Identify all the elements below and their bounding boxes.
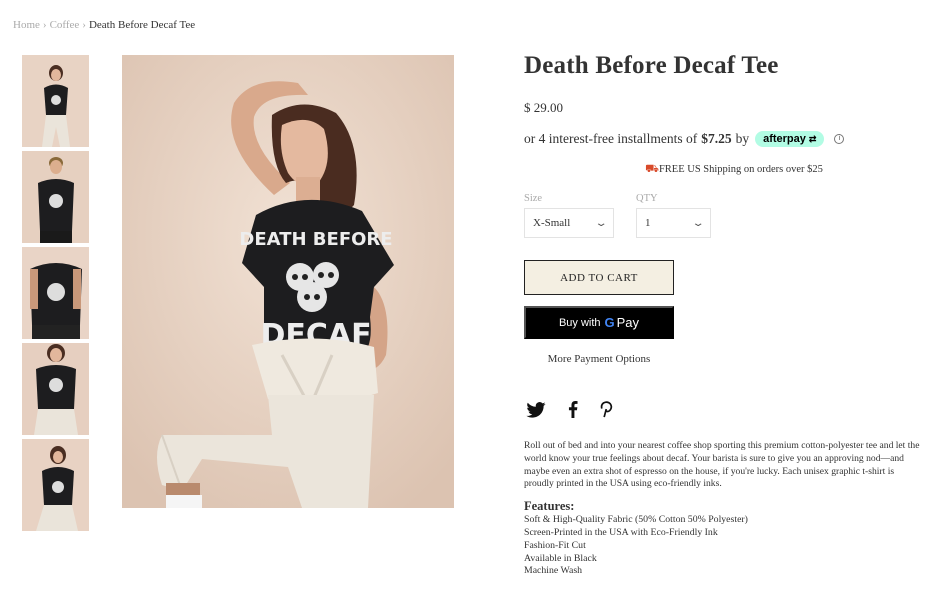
thumbnail-gallery (22, 55, 89, 535)
features-heading: Features: (524, 499, 575, 514)
shipping-text: FREE US Shipping on orders over $25 (658, 164, 823, 175)
breadcrumb-current: Death Before Decaf Tee (88, 19, 196, 31)
breadcrumb-home-link[interactable]: Home (13, 19, 40, 31)
size-select[interactable]: X-Small ⌄ (524, 208, 614, 238)
facebook-icon[interactable] (568, 400, 578, 423)
thumbnail-1-image (22, 55, 89, 147)
afterpay-amount: $7.25 (701, 131, 732, 146)
feature-item: Fashion-Fit Cut (524, 539, 586, 551)
afterpay-arrow-icon: ⇄ (808, 133, 817, 144)
qty-label: QTY (636, 193, 658, 204)
afterpay-logo: afterpay (763, 133, 806, 145)
qty-value: 1 (645, 217, 651, 229)
feature-item: Soft & High-Quality Fabric (50% Cotton 5… (524, 514, 748, 526)
chevron-down-icon: ⌄ (691, 217, 705, 229)
twitter-icon[interactable] (526, 401, 546, 423)
size-value: X-Small (533, 217, 571, 229)
truck-icon: ⛟ (645, 162, 659, 175)
feature-item: Machine Wash (524, 565, 583, 577)
product-price: $ 29.00 (524, 100, 563, 115)
variant-selectors: Size X-Small ⌄ QTY 1 ⌄ (524, 193, 924, 238)
thumbnail-2[interactable] (22, 151, 89, 243)
product-title: Death Before Decaf Tee (524, 52, 779, 79)
thumbnail-1[interactable] (22, 55, 89, 147)
feature-item: Screen-Printed in the USA with Eco-Frien… (524, 526, 718, 538)
feature-item: Available in Black (524, 552, 597, 564)
thumbnail-4-image (22, 343, 89, 435)
thumbnail-2-image (22, 151, 89, 243)
afterpay-badge[interactable]: afterpay ⇄ (755, 131, 825, 147)
model-photo: DEATH BEFORE DECAF (122, 55, 454, 508)
google-pay-button[interactable]: Buy with G Pay (524, 306, 674, 339)
thumbnail-5[interactable] (22, 439, 89, 531)
add-to-cart-button[interactable]: ADD TO CART (524, 260, 674, 295)
shirt-print-top: DEATH BEFORE (239, 229, 392, 250)
breadcrumb-separator: › (42, 19, 47, 31)
afterpay-message: or 4 interest-free installments of $7.25… (524, 131, 924, 147)
breadcrumb-separator: › (82, 19, 86, 31)
more-payment-options-link[interactable]: More Payment Options (524, 353, 674, 365)
size-label: Size (524, 193, 543, 204)
gpay-pay-label: Pay (616, 315, 640, 330)
info-icon[interactable]: i (834, 134, 845, 144)
breadcrumb: Home › Coffee › Death Before Decaf Tee (13, 19, 195, 31)
product-description: Roll out of bed and into your nearest co… (524, 440, 920, 490)
thumbnail-3[interactable] (22, 247, 89, 339)
social-share (524, 400, 924, 423)
main-product-image[interactable]: DEATH BEFORE DECAF (122, 55, 454, 508)
breadcrumb-coffee-link[interactable]: Coffee (50, 19, 80, 31)
thumbnail-3-image (22, 247, 89, 339)
qty-select[interactable]: 1 ⌄ (636, 208, 711, 238)
qty-group: QTY 1 ⌄ (636, 193, 711, 238)
afterpay-prefix: or 4 interest-free installments of (524, 131, 698, 146)
chevron-down-icon: ⌄ (594, 217, 608, 229)
afterpay-by: by (735, 131, 750, 146)
shipping-notice: ⛟FREE US Shipping on orders over $25 (524, 162, 924, 177)
size-group: Size X-Small ⌄ (524, 193, 614, 238)
product-info: Death Before Decaf Tee $ 29.00 or 4 inte… (524, 52, 924, 578)
thumbnail-5-image (22, 439, 89, 531)
pinterest-icon[interactable] (600, 401, 614, 423)
thumbnail-4[interactable] (22, 343, 89, 435)
features-list: Soft & High-Quality Fabric (50% Cotton 5… (524, 514, 924, 578)
gpay-prefix: Buy with (558, 316, 601, 329)
google-g-icon: G (604, 315, 615, 330)
